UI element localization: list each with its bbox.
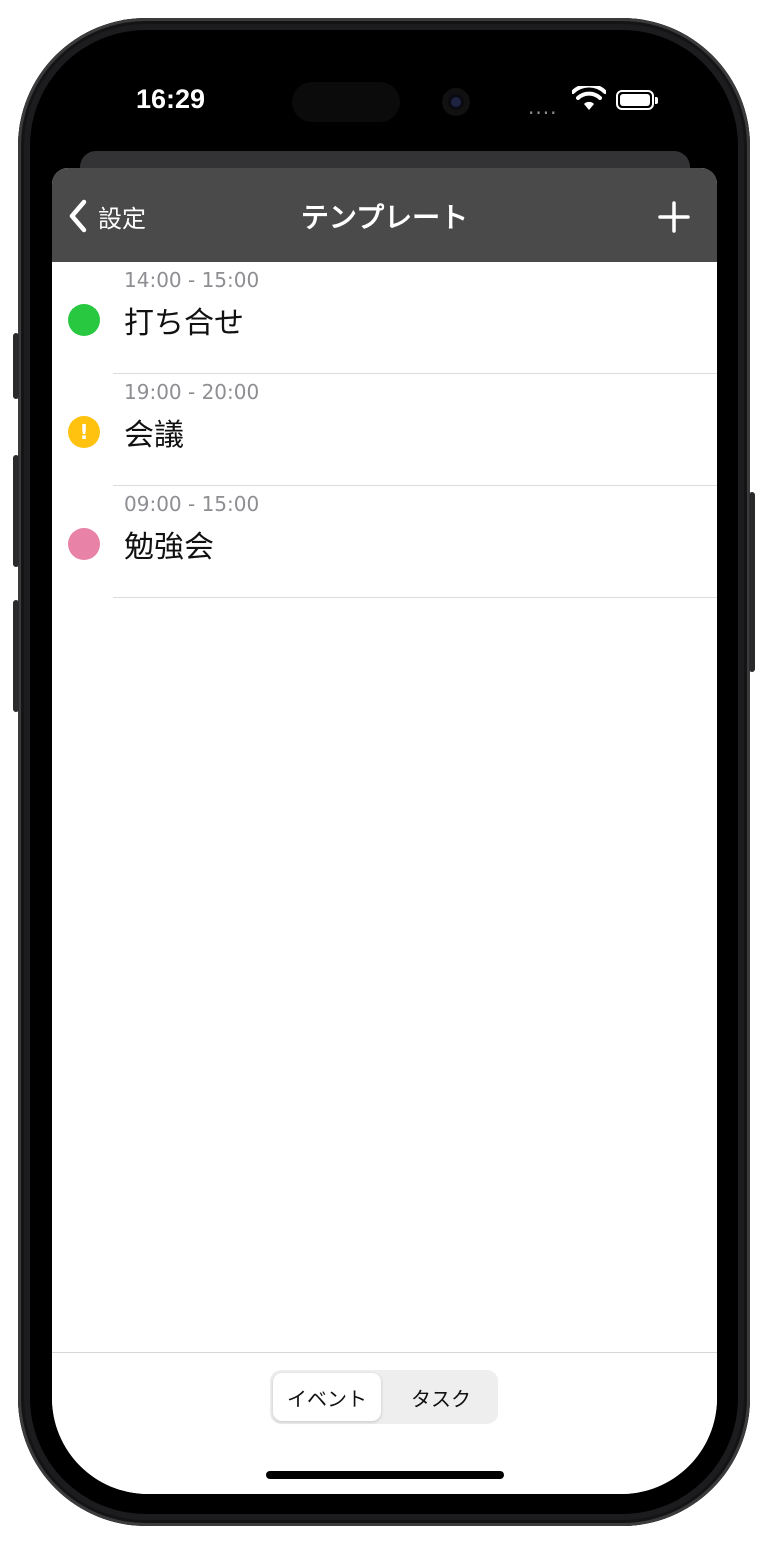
template-list: 14:00 - 15:00 打ち合せ ! 19:00 - 20:00 会議 09… [52,262,717,598]
wifi-icon [572,86,606,110]
exclamation-dot-icon: ! [68,416,100,448]
battery-full-icon [616,90,658,110]
item-title: 勉強会 [124,530,214,565]
volume-down-button [13,600,19,712]
status-time: 16:29 [136,84,206,114]
item-title: 打ち合せ [124,306,244,341]
list-item[interactable]: ! 19:00 - 20:00 会議 [52,374,717,486]
status-dot-icon [68,304,100,336]
item-time: 14:00 - 15:00 [124,268,260,292]
row-divider [113,597,717,598]
segment-event[interactable]: イベント [273,1373,381,1421]
home-indicator[interactable] [266,1471,504,1479]
plus-icon[interactable] [657,200,691,234]
templates-sheet: 設定 テンプレート 14:00 - 15:00 打ち合せ ! 19:00 - 2… [52,168,717,1494]
list-item[interactable]: 09:00 - 15:00 勉強会 [52,486,717,598]
list-item[interactable]: 14:00 - 15:00 打ち合せ [52,262,717,374]
camera-lens [451,97,461,107]
segment-task[interactable]: タスク [387,1373,495,1421]
page-title: テンプレート [300,201,469,234]
navigation-bar: 設定 テンプレート [52,168,717,262]
item-title: 会議 [124,418,184,453]
toolbar-divider [52,1352,717,1353]
type-segmented-control: イベント タスク [270,1370,498,1424]
action-button [13,333,19,399]
status-dot-icon [68,528,100,560]
dynamic-island [292,82,400,122]
item-time: 09:00 - 15:00 [124,492,260,516]
volume-up-button [13,455,19,567]
item-time: 19:00 - 20:00 [124,380,260,404]
signal-icon: .... [528,95,558,119]
screen: 16:29 .... 設定 テンプレート 14:00 - 15:00 打ち合せ … [52,50,717,1494]
power-button [749,492,755,672]
